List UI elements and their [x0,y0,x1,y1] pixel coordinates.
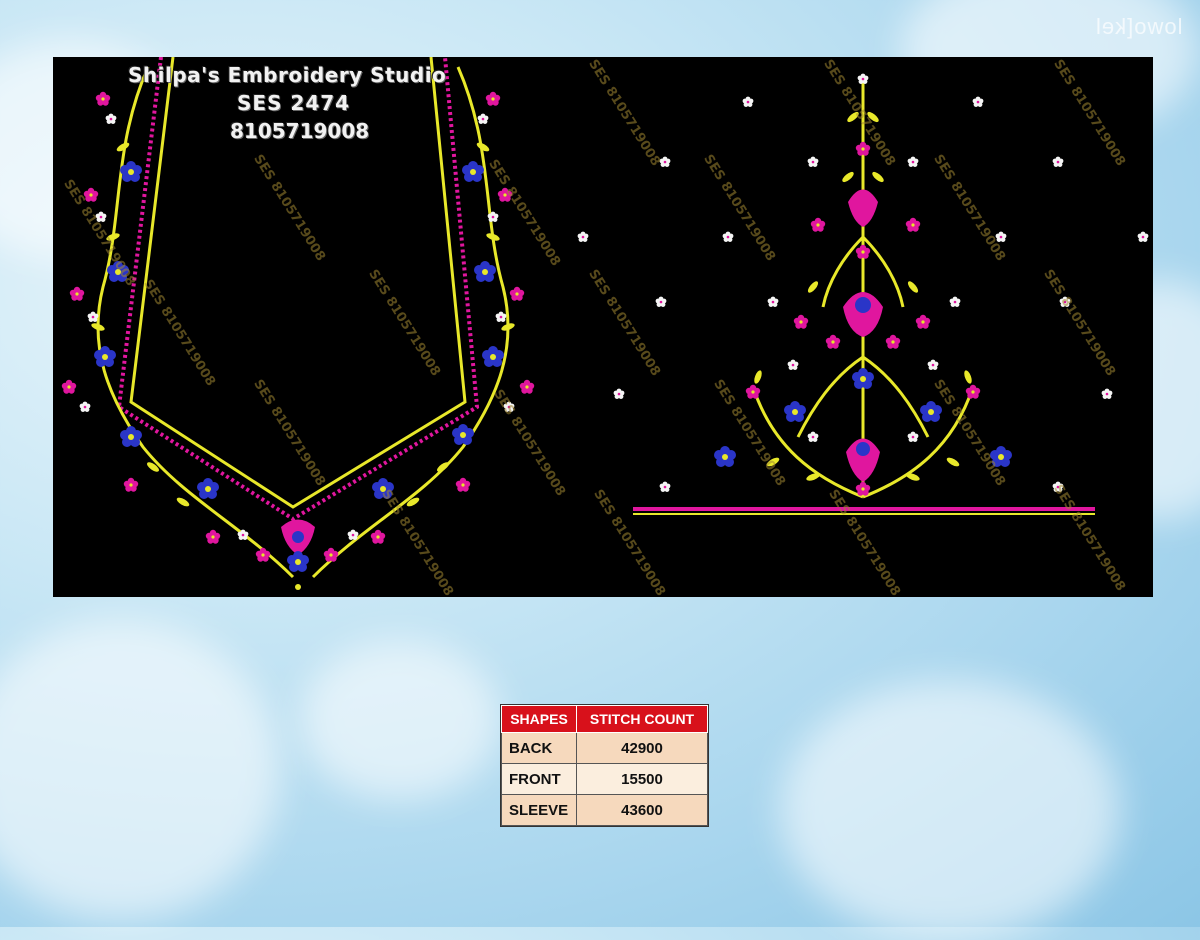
table-row: FRONT 15500 [501,763,708,795]
studio-name: Shilpa's Embroidery Studio [128,63,447,87]
design-code: SES 2474 [237,91,351,115]
back-leaves [90,140,516,509]
background-petal [0,620,280,920]
table-header-row: SHAPES STITCH COUNT [501,705,708,733]
table-row: SLEEVE 43600 [501,794,708,826]
stitch-count-cell: 15500 [576,763,708,795]
embroidery-artwork [61,57,1149,590]
back-center-motif [281,519,315,590]
back-flowers [61,91,535,562]
studio-phone: 8105719008 [230,119,370,143]
column-header-shapes: SHAPES [501,705,577,733]
background-petal [300,640,500,800]
stitch-count-table: SHAPES STITCH COUNT BACK 42900 FRONT 155… [500,704,709,827]
shape-cell: BACK [501,732,577,764]
embroidery-design-panel: Shilpa's Embroidery Studio SES 2474 8105… [53,57,1153,597]
table-row: BACK 42900 [501,732,708,764]
stitch-count-cell: 42900 [576,732,708,764]
shape-cell: SLEEVE [501,794,577,826]
stitch-count-cell: 43600 [576,794,708,826]
column-header-stitch-count: STITCH COUNT [576,705,708,733]
background-petal [780,680,1120,940]
sleeve-tree-motif [714,73,1012,499]
corner-watermark: lowo[kel [1094,14,1182,39]
shape-cell: FRONT [501,763,577,795]
